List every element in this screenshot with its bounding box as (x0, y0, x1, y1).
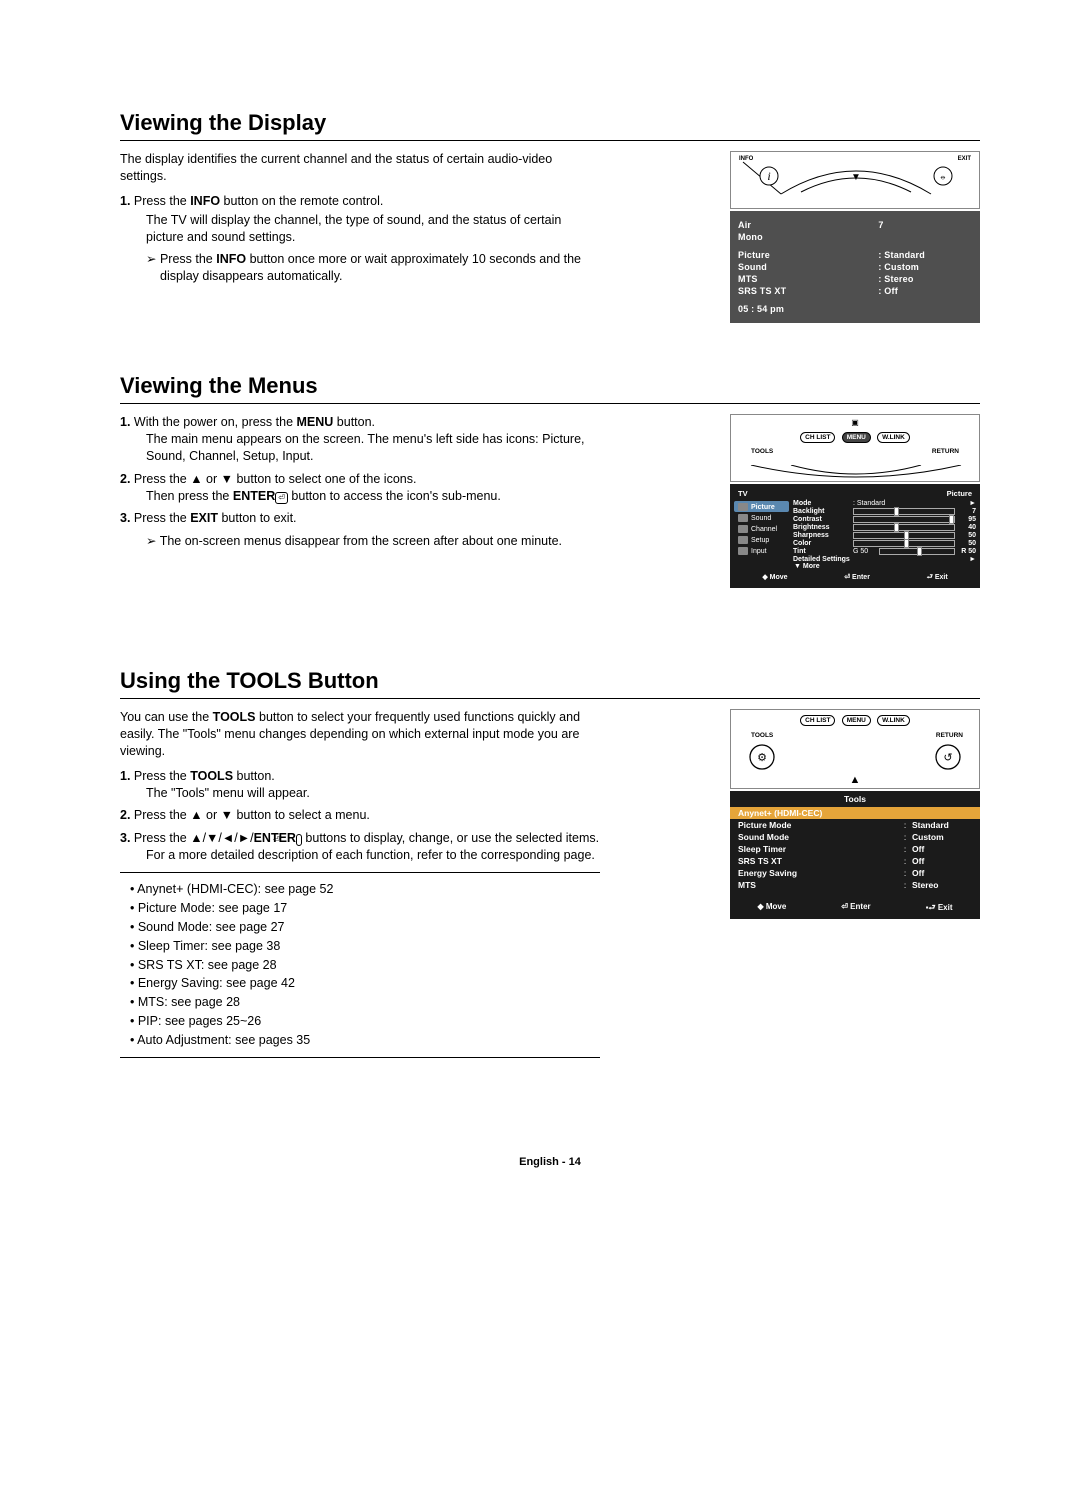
note: ➢ The on-screen menus disappear from the… (120, 533, 600, 550)
body-left: 1. With the power on, press the MENU but… (120, 414, 600, 550)
section-using-tools: Using the TOOLS Button You can use the T… (120, 668, 980, 1066)
step: 3. Press the ▲/▼/◄/►/ENTER⏎ buttons to d… (120, 830, 600, 864)
svg-text:⦵: ⦵ (939, 172, 947, 181)
svg-text:▼: ▼ (851, 172, 861, 183)
tools-osd: Tools Anynet+ (HDMI-CEC) Picture Mode:St… (730, 791, 980, 919)
section-title: Viewing the Display (120, 110, 980, 141)
step: 2. Press the ▲ or ▼ button to select a m… (120, 807, 600, 824)
svg-text:↺: ↺ (943, 752, 952, 764)
step: 2. Press the ▲ or ▼ button to select one… (120, 471, 600, 505)
section-viewing-display: Viewing the Display The display identifi… (120, 110, 980, 323)
menu-sidebar: PictureSoundChannelSetupInput (734, 499, 789, 563)
step: 1. Press the INFO button on the remote c… (120, 193, 600, 246)
list-item: • Anynet+ (HDMI-CEC): see page 52 (130, 881, 600, 898)
osd-right: INFO EXIT i ⦵ ▼ Air7 Mono Picture: Stand… (730, 151, 980, 323)
menu-main: Mode: Standard►Backlight7Contrast95Brigh… (789, 499, 976, 563)
section-title: Viewing the Menus (120, 373, 980, 404)
step: 3. Press the EXIT button to exit. (120, 510, 600, 527)
step: 1. With the power on, press the MENU but… (120, 414, 600, 465)
osd-right: ▣ CH LIST MENU W.LINK TOOLS RETURN TV Pi… (730, 414, 980, 588)
svg-text:⚙: ⚙ (757, 752, 767, 764)
list-item: • MTS: see page 28 (130, 994, 600, 1011)
list-item: • PIP: see pages 25~26 (130, 1013, 600, 1030)
enter-icon: ⏎ (275, 492, 288, 504)
list-item: • Sleep Timer: see page 38 (130, 938, 600, 955)
page-footer: English - 14 (120, 1156, 980, 1168)
osd-right: CH LIST MENU W.LINK TOOLS RETURN ⚙ ↺ ▲ T… (730, 709, 980, 919)
list-item: • Picture Mode: see page 17 (130, 900, 600, 917)
section-viewing-menus: Viewing the Menus 1. With the power on, … (120, 373, 980, 588)
list-item: • Energy Saving: see page 42 (130, 975, 600, 992)
body-left: The display identifies the current chann… (120, 151, 600, 285)
body-left: You can use the TOOLS button to select y… (120, 709, 600, 1066)
list-item: • Auto Adjustment: see pages 35 (130, 1032, 600, 1049)
remote-illustration: CH LIST MENU W.LINK TOOLS RETURN ⚙ ↺ ▲ (730, 709, 980, 789)
note: ➢ Press the INFO button once more or wai… (120, 251, 600, 285)
svg-text:i: i (767, 169, 770, 183)
remote-illustration: ▣ CH LIST MENU W.LINK TOOLS RETURN (730, 414, 980, 482)
bullets-list: • Anynet+ (HDMI-CEC): see page 52 • Pictu… (130, 881, 600, 1049)
list-item: • Sound Mode: see page 27 (130, 919, 600, 936)
info-osd: Air7 Mono Picture: StandardSound: Custom… (730, 211, 980, 323)
remote-illustration: INFO EXIT i ⦵ ▼ (730, 151, 980, 209)
step: 1. Press the TOOLS button. The "Tools" m… (120, 768, 600, 802)
section-title: Using the TOOLS Button (120, 668, 980, 699)
list-item: • SRS TS XT: see page 28 (130, 957, 600, 974)
menu-osd: TV Picture PictureSoundChannelSetupInput… (730, 484, 980, 588)
